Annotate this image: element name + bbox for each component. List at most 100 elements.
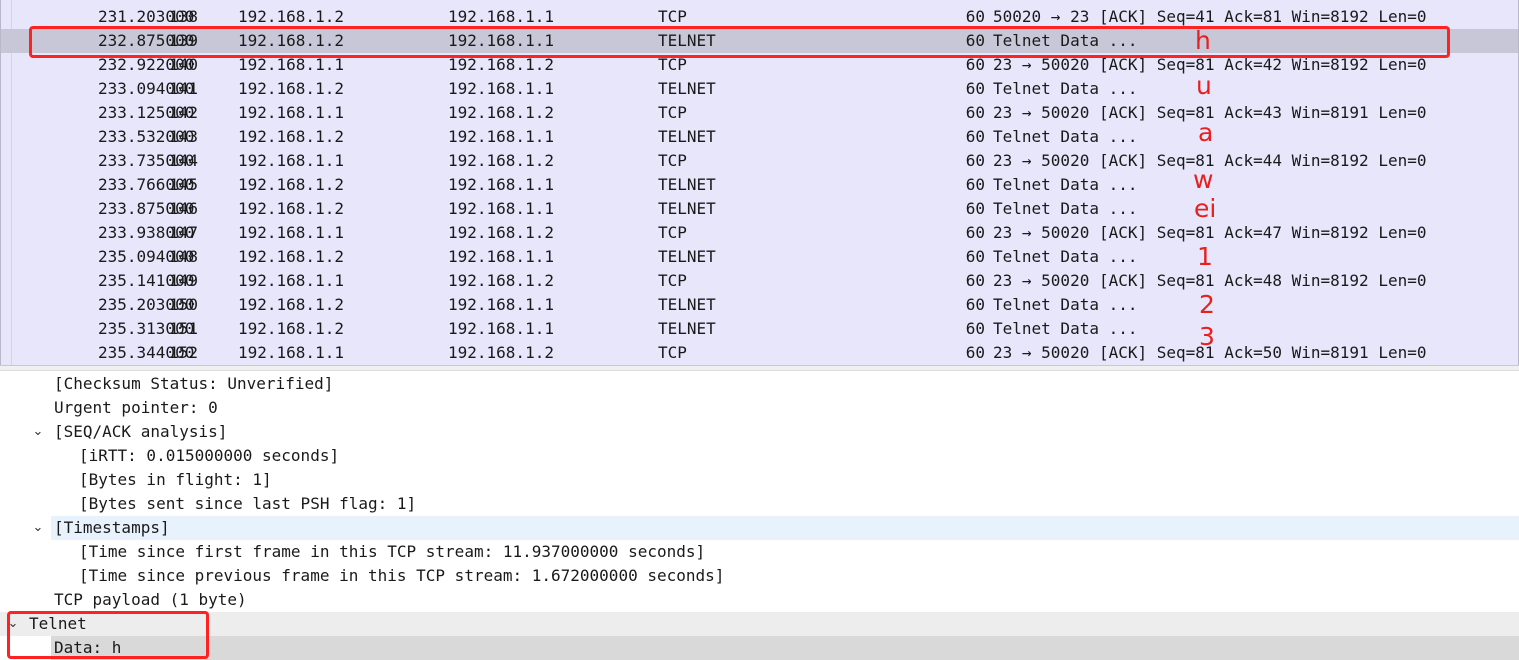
packet-source: 192.168.1.2 [238, 79, 344, 98]
tree-item-tcp-payload[interactable]: TCP payload (1 byte) [0, 588, 1519, 612]
packet-protocol: TELNET [658, 127, 716, 146]
packet-time: 235.203000 [98, 295, 195, 314]
tree-item-time-since-previous[interactable]: [Time since previous frame in this TCP s… [0, 564, 1519, 588]
packet-length: 60 [965, 223, 985, 242]
tree-item-label: Urgent pointer: 0 [54, 398, 218, 417]
packet-row[interactable]: 147 233.938000 192.168.1.1 192.168.1.2 TCP 60… [1, 221, 1518, 245]
packet-info: 50020 → 23 [ACK] Seq=41 Ack=81 Win=8192 … [993, 7, 1427, 26]
tree-item-seq-ack-analysis[interactable]: ⌄ [SEQ/ACK analysis] [0, 420, 1519, 444]
packet-protocol: TELNET [658, 295, 716, 314]
packet-source: 192.168.1.2 [238, 7, 344, 26]
packet-info: Telnet Data ... [993, 79, 1138, 98]
packet-details-tree[interactable]: [Checksum Status: Unverified] Urgent poi… [0, 371, 1519, 660]
tree-item-label: [Time since first frame in this TCP stre… [79, 542, 706, 561]
packet-time: 232.875000 [98, 31, 195, 50]
packet-length: 60 [965, 295, 985, 314]
chevron-down-icon[interactable]: ⌄ [31, 420, 45, 444]
tree-item-label: Data: h [51, 636, 1519, 660]
packet-row[interactable]: 145 233.766000 192.168.1.2 192.168.1.1 TELNE… [1, 173, 1518, 197]
packet-length: 60 [965, 343, 985, 362]
packet-row[interactable]: 142 233.125000 192.168.1.1 192.168.1.2 TCP 60… [1, 101, 1518, 125]
packet-destination: 192.168.1.2 [448, 151, 554, 170]
packet-list[interactable]: 138 231.203000 192.168.1.2 192.168.1.1 TCP 60… [0, 0, 1519, 365]
tree-item-label: TCP payload (1 byte) [54, 590, 247, 609]
packet-row[interactable]: 152 235.344000 192.168.1.1 192.168.1.2 TCP 60… [1, 341, 1518, 365]
packet-info: 23 → 50020 [ACK] Seq=81 Ack=44 Win=8192 … [993, 151, 1427, 170]
tree-item-urgent-pointer[interactable]: Urgent pointer: 0 [0, 396, 1519, 420]
packet-time: 235.141000 [98, 271, 195, 290]
packet-protocol: TELNET [658, 79, 716, 98]
packet-info: Telnet Data ... [993, 319, 1138, 338]
packet-row[interactable]: 140 232.922000 192.168.1.1 192.168.1.2 TCP 60… [1, 53, 1518, 77]
tree-item-timestamps[interactable]: ⌄ [Timestamps] [0, 516, 1519, 540]
packet-destination: 192.168.1.1 [448, 175, 554, 194]
packet-row[interactable]: 143 233.532000 192.168.1.2 192.168.1.1 TELNE… [1, 125, 1518, 149]
packet-length: 60 [965, 247, 985, 266]
packet-protocol: TELNET [658, 31, 716, 50]
packet-source: 192.168.1.1 [238, 223, 344, 242]
packet-protocol: TCP [658, 271, 687, 290]
packet-destination: 192.168.1.1 [448, 7, 554, 26]
packet-length: 60 [965, 55, 985, 74]
tree-item-bytes-in-flight[interactable]: [Bytes in flight: 1] [0, 468, 1519, 492]
packet-source: 192.168.1.2 [238, 175, 344, 194]
packet-protocol: TELNET [658, 247, 716, 266]
packet-info: Telnet Data ... [993, 127, 1138, 146]
tree-item-telnet-data[interactable]: Data: h [0, 636, 1519, 660]
packet-length: 60 [965, 175, 985, 194]
packet-info: Telnet Data ... [993, 295, 1138, 314]
packet-protocol: TCP [658, 151, 687, 170]
chevron-down-icon[interactable]: ⌄ [31, 516, 45, 540]
packet-row[interactable]: 150 235.203000 192.168.1.2 192.168.1.1 TELNE… [1, 293, 1518, 317]
packet-destination: 192.168.1.2 [448, 55, 554, 74]
packet-source: 192.168.1.1 [238, 271, 344, 290]
packet-destination: 192.168.1.1 [448, 31, 554, 50]
packet-row[interactable]: 141 233.094000 192.168.1.2 192.168.1.1 TELNE… [1, 77, 1518, 101]
packet-protocol: TELNET [658, 319, 716, 338]
packet-row[interactable]: 151 235.313000 192.168.1.2 192.168.1.1 TELNE… [1, 317, 1518, 341]
packet-row[interactable]: 138 231.203000 192.168.1.2 192.168.1.1 TCP 60… [1, 5, 1518, 29]
packet-info: 23 → 50020 [ACK] Seq=81 Ack=48 Win=8192 … [993, 271, 1427, 290]
packet-row[interactable]: 146 233.875000 192.168.1.2 192.168.1.1 TELNE… [1, 197, 1518, 221]
packet-info: 23 → 50020 [ACK] Seq=81 Ack=42 Win=8192 … [993, 55, 1427, 74]
packet-length: 60 [965, 31, 985, 50]
packet-source: 192.168.1.2 [238, 247, 344, 266]
packet-protocol: TCP [658, 7, 687, 26]
tree-item-irtt[interactable]: [iRTT: 0.015000000 seconds] [0, 444, 1519, 468]
packet-info: 23 → 50020 [ACK] Seq=81 Ack=47 Win=8192 … [993, 223, 1427, 242]
packet-time: 233.766000 [98, 175, 195, 194]
tree-item-time-since-first[interactable]: [Time since first frame in this TCP stre… [0, 540, 1519, 564]
tree-item-checksum-status[interactable]: [Checksum Status: Unverified] [0, 372, 1519, 396]
packet-protocol: TCP [658, 55, 687, 74]
packet-time: 233.875000 [98, 199, 195, 218]
packet-row[interactable]: 148 235.094000 192.168.1.2 192.168.1.1 TELNE… [1, 245, 1518, 269]
packet-row[interactable]: 144 233.735000 192.168.1.1 192.168.1.2 TCP 60… [1, 149, 1518, 173]
tree-item-telnet[interactable]: ⌄ Telnet [0, 612, 1519, 636]
packet-source: 192.168.1.2 [238, 295, 344, 314]
tree-item-label: [Time since previous frame in this TCP s… [79, 566, 725, 585]
packet-source: 192.168.1.1 [238, 343, 344, 362]
packet-time: 233.735000 [98, 151, 195, 170]
packet-length: 60 [965, 127, 985, 146]
tree-item-label: [SEQ/ACK analysis] [54, 422, 228, 441]
chevron-down-icon[interactable]: ⌄ [6, 612, 20, 636]
packet-protocol: TCP [658, 343, 687, 362]
packet-time: 235.313000 [98, 319, 195, 338]
packet-length: 60 [965, 319, 985, 338]
packet-row[interactable]: 149 235.141000 192.168.1.1 192.168.1.2 TCP 60… [1, 269, 1518, 293]
tree-item-label: [Bytes in flight: 1] [79, 470, 272, 489]
packet-source: 192.168.1.1 [238, 55, 344, 74]
packet-destination: 192.168.1.1 [448, 295, 554, 314]
packet-info: Telnet Data ... [993, 199, 1138, 218]
packet-time: 233.938000 [98, 223, 195, 242]
packet-source: 192.168.1.2 [238, 127, 344, 146]
packet-source: 192.168.1.2 [238, 319, 344, 338]
packet-source: 192.168.1.2 [238, 199, 344, 218]
tree-item-bytes-since-psh[interactable]: [Bytes sent since last PSH flag: 1] [0, 492, 1519, 516]
packet-row[interactable]: 139 232.875000 192.168.1.2 192.168.1.1 TELNE… [1, 29, 1518, 53]
packet-source: 192.168.1.1 [238, 103, 344, 122]
tree-item-label: [Bytes sent since last PSH flag: 1] [79, 494, 417, 513]
packet-length: 60 [965, 271, 985, 290]
packet-info: 23 → 50020 [ACK] Seq=81 Ack=43 Win=8191 … [993, 103, 1427, 122]
wireshark-view: 138 231.203000 192.168.1.2 192.168.1.1 TCP 60… [0, 0, 1519, 660]
